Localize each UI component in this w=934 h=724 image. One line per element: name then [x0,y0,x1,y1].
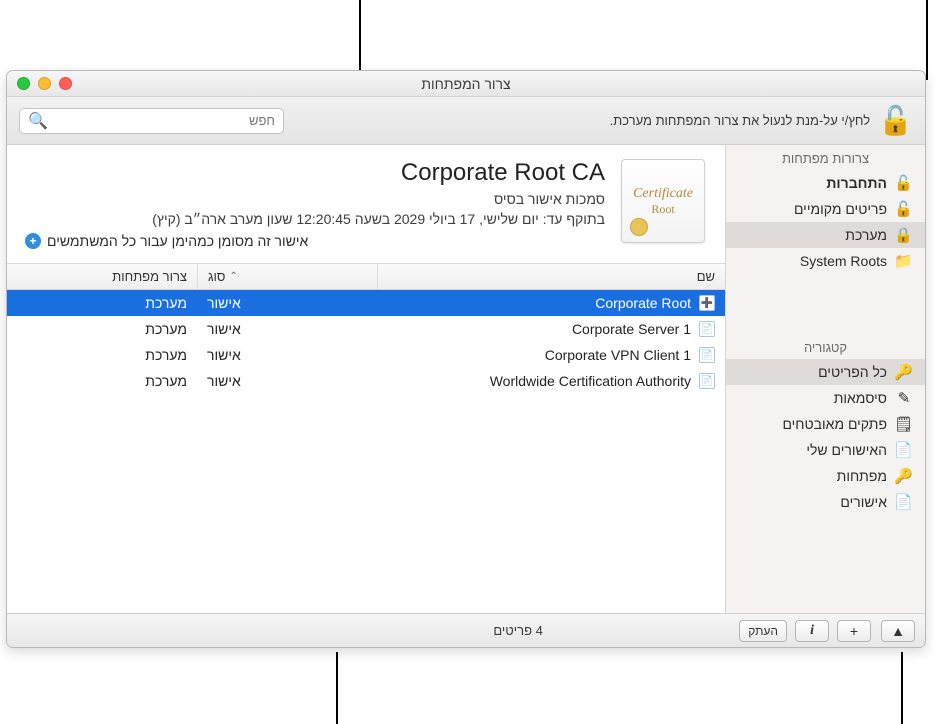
category-icon: 📄 [895,441,913,459]
lock-area[interactable]: 🔓 לחץ/י על-מנת לנעול את צרור המפתחות מער… [610,104,913,137]
row-name: Worldwide Certification Authority [387,373,691,389]
table-row[interactable]: 📄 Corporate Server 1 אישורמערכת [7,316,725,342]
sidebar-item-label: סיסמאות [834,390,887,406]
add-button[interactable]: + [837,620,871,642]
lock-icon: 📁 [895,252,913,270]
row-keychain: מערכת [7,318,197,340]
row-kind: אישור [197,292,377,314]
sidebar-header-category: קטגוריה [726,334,925,359]
sidebar-item-label: האישורים שלי [806,442,887,458]
row-kind: אישור [197,318,377,340]
zoom-button[interactable] [17,77,30,90]
col-header-keychain[interactable]: צרור מפתחות [7,264,197,289]
sidebar-category-item[interactable]: ✎ סיסמאות [726,385,925,411]
category-list: 🔑 כל הפריטים ✎ סיסמאות 🗒 פתקים מאובטחים 📄 האישו… [726,359,925,515]
sidebar-category-item[interactable]: 🔑 מפתחות [726,463,925,489]
sidebar-item-label: מערכת [845,227,887,243]
row-kind: אישור [197,370,377,392]
callout-line [336,652,338,724]
sidebar-item-label: מפתחות [837,468,887,484]
category-icon: 📄 [895,493,913,511]
sidebar: צרורות מפתחות 🔓 התחברות 🔓 פריטים מקומיים 🔒 מע… [725,145,925,613]
toolbar: 🔓 לחץ/י על-מנת לנעול את צרור המפתחות מער… [7,97,925,145]
sidebar-keychain-item[interactable]: 🔓 התחברות [726,170,925,196]
sidebar-item-label: פתקים מאובטחים [782,416,887,432]
callout-line [926,0,928,80]
certificate-icon: 📄 [699,373,715,389]
col-kind-label: סוג [208,269,225,284]
sidebar-keychain-item[interactable]: 🔓 פריטים מקומיים [726,196,925,222]
callout-line [901,652,903,724]
sidebar-category-item[interactable]: 📄 האישורים שלי [726,437,925,463]
category-icon: 🔑 [895,467,913,485]
sidebar-item-label: פריטים מקומיים [794,201,887,217]
trust-text: אישור זה מסומן כמהימן עבור כל המשתמשים [47,233,308,249]
category-icon: 🔑 [895,363,913,381]
sidebar-header-keychains: צרורות מפתחות [726,145,925,170]
lock-icon: 🔓 [895,200,913,218]
certificate-expiry: בתוקף עד: יום שלישי, 17 ביולי 2029 בשעה … [25,211,605,227]
sidebar-item-label: System Roots [800,253,887,269]
row-name: Corporate Root [387,295,691,311]
sidebar-keychain-item[interactable]: 🔒 מערכת [726,222,925,248]
sort-indicator-icon: ⌃ [229,271,237,282]
lock-icon: 🔒 [895,226,913,244]
lock-icon: 🔓 [895,174,913,192]
row-keychain: מערכת [7,370,197,392]
sidebar-keychain-item[interactable]: 📁 System Roots [726,248,925,274]
thumb-root: Root [651,202,674,217]
close-button[interactable] [59,77,72,90]
search-input[interactable] [54,113,275,128]
sidebar-item-label: התחברות [826,175,887,191]
certificate-title: Corporate Root CA [401,159,605,187]
certificate-trust: אישור זה מסומן כמהימן עבור כל המשתמשים + [25,233,605,249]
row-keychain: מערכת [7,292,197,314]
statusbar: ▲ + i העתק 4 פריטים [7,613,925,647]
certificate-thumbnail: Certificate Root [621,159,705,243]
trust-plus-icon: + [25,233,41,249]
row-name: Corporate Server 1 [387,321,691,337]
col-header-name[interactable]: שם [377,264,725,289]
sidebar-category-item[interactable]: 🗒 פתקים מאובטחים [726,411,925,437]
unlock-icon: 🔓 [878,104,913,137]
keychain-access-window: צרור המפתחות 🔓 לחץ/י על-מנת לנעול את צרו… [6,70,926,648]
category-icon: 🗒 [895,415,913,433]
row-kind: אישור [197,344,377,366]
certificate-icon: ➕ [699,295,715,311]
row-name: Corporate VPN Client 1 [387,347,691,363]
main-pane: Certificate Root Corporate Root CA סמכות… [7,145,725,613]
traffic-lights [17,77,72,90]
certificate-detail: Certificate Root Corporate Root CA סמכות… [7,145,725,263]
row-keychain: מערכת [7,344,197,366]
copy-button[interactable]: העתק [739,620,787,642]
collapse-sidebar-button[interactable]: ▲ [881,620,915,642]
search-icon: 🔍 [28,111,48,131]
table-header: שם ⌃ סוג צרור מפתחות [7,264,725,290]
sidebar-category-item[interactable]: 🔑 כל הפריטים [726,359,925,385]
seal-icon [630,218,648,236]
item-count: 4 פריטים [307,623,729,638]
callout-line [359,0,361,80]
thumb-script: Certificate [633,186,693,202]
sidebar-item-label: כל הפריטים [818,364,887,380]
certificate-table: שם ⌃ סוג צרור מפתחות ➕ Corporate Root אישו… [7,263,725,613]
category-icon: ✎ [895,389,913,407]
sidebar-category-item[interactable]: 📄 אישורים [726,489,925,515]
titlebar: צרור המפתחות [7,71,925,97]
search-field[interactable]: 🔍 [19,108,284,134]
certificate-subtitle: סמכות אישור בסיס [25,191,605,207]
table-row[interactable]: 📄 Corporate VPN Client 1 אישורמערכת [7,342,725,368]
table-row[interactable]: ➕ Corporate Root אישורמערכת [7,290,725,316]
certificate-icon: 📄 [699,321,715,337]
col-header-kind[interactable]: ⌃ סוג [197,264,377,289]
sidebar-item-label: אישורים [840,494,887,510]
table-row[interactable]: 📄 Worldwide Certification Authority אישורמ… [7,368,725,394]
lock-hint-text: לחץ/י על-מנת לנעול את צרור המפתחות מערכת… [610,113,871,128]
certificate-icon: 📄 [699,347,715,363]
table-body[interactable]: ➕Corporate Rootאישורמערכת📄Corporate Serv… [7,290,725,613]
minimize-button[interactable] [38,77,51,90]
info-button[interactable]: i [795,620,829,642]
window-title: צרור המפתחות [421,76,510,92]
keychain-list: 🔓 התחברות 🔓 פריטים מקומיים 🔒 מערכת 📁 System Roo… [726,170,925,274]
